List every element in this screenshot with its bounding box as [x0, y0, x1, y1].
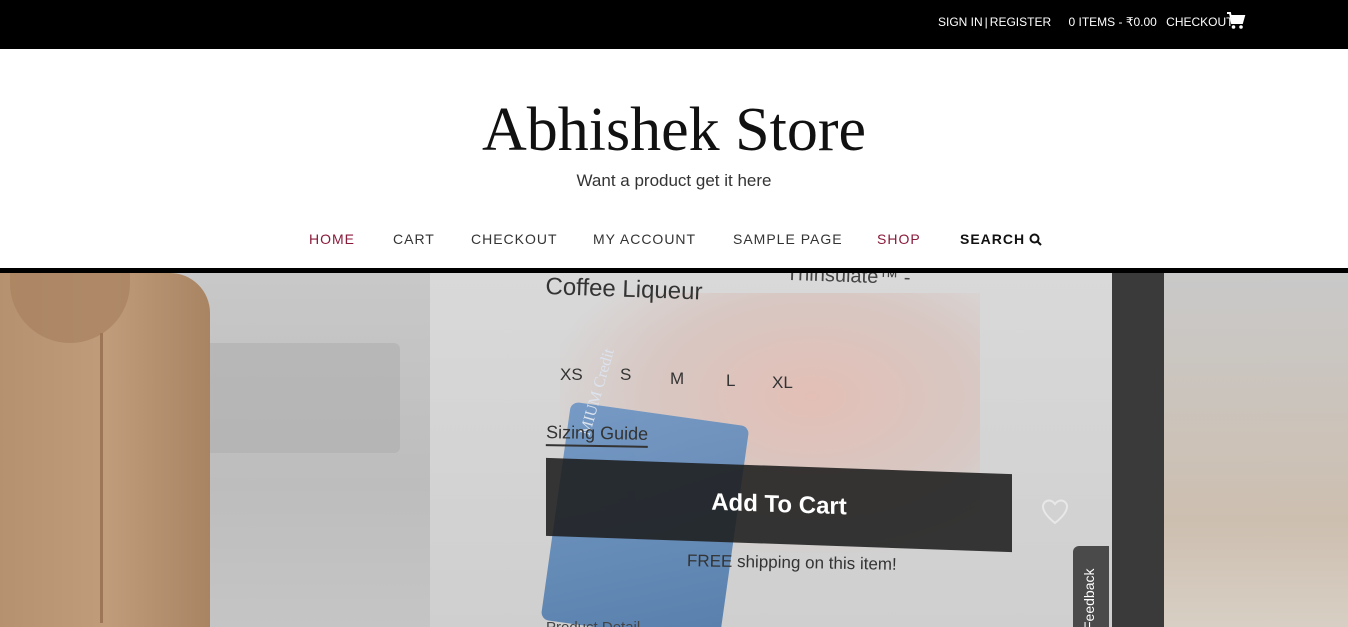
add-to-cart-button[interactable]: Add To Cart [546, 457, 1012, 553]
size-xl[interactable]: XL [772, 373, 793, 393]
sizing-guide-link[interactable]: Sizing Guide [545, 422, 649, 448]
size-s[interactable]: S [620, 365, 631, 385]
top-bar: SIGN IN | REGISTER 0 ITEMS - ₹0.00 CHECKOU… [0, 0, 1348, 49]
nav-item-shop[interactable]: SHOP [877, 231, 921, 247]
search-label: SEARCH [960, 231, 1026, 247]
feedback-label: Feedback [1081, 568, 1097, 627]
coat-zip [100, 333, 103, 623]
link-separator: | [984, 15, 988, 29]
size-options: XS S M L XL [560, 365, 800, 392]
free-shipping-note: FREE shipping on this item! [686, 551, 897, 574]
sign-in-link[interactable]: SIGN IN [938, 15, 983, 29]
main-nav: HOME CART CHECKOUT MY ACCOUNT SAMPLE PAG… [0, 231, 1348, 251]
hero-bg-dark-strip [1112, 273, 1164, 627]
register-link[interactable]: REGISTER [990, 15, 1051, 29]
feedback-tab[interactable]: Feedback [1073, 546, 1109, 627]
size-l[interactable]: L [726, 371, 735, 391]
hero-bg-right [1164, 273, 1348, 627]
nav-item-checkout[interactable]: CHECKOUT [471, 231, 558, 247]
heart-icon[interactable] [1040, 497, 1070, 527]
size-xs[interactable]: XS [560, 365, 583, 385]
shopping-cart-icon[interactable] [1226, 11, 1246, 31]
cart-summary[interactable]: 0 ITEMS - ₹0.00 [1068, 15, 1156, 29]
checkout-link[interactable]: CHECKOUT [1166, 15, 1233, 29]
product-title: Coffee Liqueur [545, 273, 703, 306]
coat-image [0, 273, 210, 627]
search-icon [1029, 233, 1042, 246]
nav-item-cart[interactable]: CART [393, 231, 435, 247]
nav-item-sample-page[interactable]: SAMPLE PAGE [733, 231, 843, 247]
coat-hood [10, 273, 130, 343]
product-details-heading: Product Detail [546, 619, 640, 627]
nav-item-my-account[interactable]: MY ACCOUNT [593, 231, 696, 247]
nav-item-home[interactable]: HOME [309, 231, 355, 247]
hero-banner[interactable]: MIUM Credit Thinsulate™ - Coffee Liqueur… [0, 273, 1348, 627]
size-m[interactable]: M [670, 369, 684, 389]
site-tagline: Want a product get it here [576, 171, 772, 190]
nav-search[interactable]: SEARCH [960, 231, 1042, 247]
site-title[interactable]: Abhishek Store [0, 95, 1348, 166]
account-links: SIGN IN | REGISTER 0 ITEMS - ₹0.00 CHECKOU… [938, 15, 1234, 29]
add-to-cart-label: Add To Cart [711, 488, 847, 521]
